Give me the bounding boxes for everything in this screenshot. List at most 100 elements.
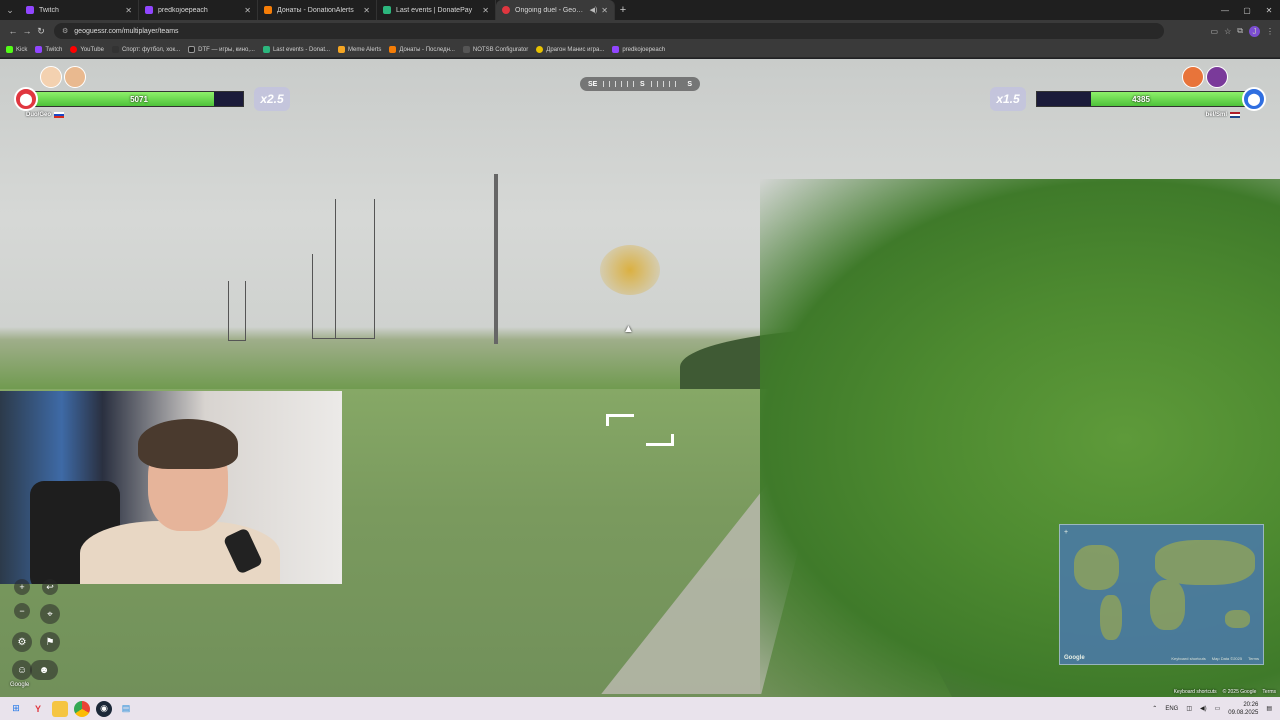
streamer-hair [138,419,238,469]
speaker-icon[interactable]: ◀) [590,6,598,14]
close-icon[interactable]: ✕ [125,6,132,15]
app-icon[interactable]: ▤ [118,701,134,717]
tab-donationalerts[interactable]: Донаты - DonationAlerts ✕ [258,0,377,20]
terms-link[interactable]: Terms [1248,656,1259,661]
bookmark-youtube[interactable]: YouTube [70,46,104,53]
compass-ticks [603,81,634,87]
folder-icon [612,46,620,53]
google-logo: Google [1064,655,1085,661]
flag-ping-button[interactable]: ⚑ [40,632,60,652]
bookmark-label: Kick [16,46,28,53]
bookmark-label: predkojoepeach [622,46,666,53]
maximize-icon[interactable]: ▢ [1236,6,1258,15]
yandex-browser-icon[interactable]: Y [30,701,46,717]
bookmark-meme-alerts[interactable]: Meme Alerts [338,46,381,53]
url-input[interactable]: ⚙ geoguessr.com/multiplayer/teams [54,23,1164,39]
guess-minimap[interactable]: + Google Keyboard shortcuts Map Data ©20… [1059,524,1264,665]
power-tower [228,281,246,341]
reload-icon[interactable]: ↻ [34,26,48,37]
team-name-label: bel/Sml [1205,112,1227,118]
right-team-name: bel/Sml [1206,112,1240,118]
team-chat-button[interactable]: ☺ [12,660,32,680]
undo-move-button[interactable]: ↩ [42,579,58,595]
network-icon[interactable]: ◫ [1186,705,1192,712]
avatar [64,66,86,88]
forward-arrow-icon[interactable]: → [20,26,34,36]
bookmark-sport[interactable]: Спорт: футбол, хок... [111,46,180,53]
panorama-legal: Keyboard shortcuts © 2025 Google Terms [1174,689,1276,695]
bookmark-donations[interactable]: Донаты - Последн... [389,46,455,53]
map-data-text: Map Data ©2025 [1211,656,1243,661]
bookmark-star-icon[interactable]: ☆ [1224,27,1231,36]
bookmark-predkojoepeach[interactable]: predkojoepeach [612,46,665,53]
minimap-expand-icon[interactable]: + [1064,529,1068,536]
keyboard-shortcuts-link[interactable]: Keyboard shortcuts [1174,689,1217,695]
close-icon[interactable]: ✕ [482,6,489,15]
compass-left-label: SE [588,80,598,88]
tab-geoguessr[interactable]: Ongoing duel - GeoGuessr ◀) ✕ [496,0,615,20]
left-team-avatars [40,66,86,88]
bookmark-dtf[interactable]: DTF — игры, кино,... [188,46,255,53]
close-window-icon[interactable]: ✕ [1258,6,1280,15]
chevron-up-icon[interactable]: ⌃ [1152,705,1157,712]
tab-search-icon[interactable]: ⌄ [0,0,20,20]
right-team-avatars [1182,66,1228,88]
minimize-icon[interactable]: — [1214,6,1236,15]
emote-button[interactable]: ☻ [30,660,58,680]
youtube-icon [70,46,78,53]
zoom-in-button[interactable]: + [14,579,30,595]
continent-eurasia [1155,540,1255,585]
move-marker[interactable] [606,414,634,426]
bookmark-label: Донаты - Последн... [399,46,455,53]
bookmark-label: Last events - Donat... [272,46,330,53]
profile-avatar[interactable]: J [1249,25,1260,37]
battery-icon[interactable]: ▭ [1215,705,1221,712]
bookmark-label: Twitch [45,46,63,53]
zoom-out-button[interactable]: − [14,603,30,619]
chrome-icon[interactable] [74,700,90,717]
bookmark-twitch[interactable]: Twitch [35,46,62,53]
settings-gear-icon[interactable]: ⚙ [12,632,32,652]
system-tray: ⌃ ENG ◫ ◀) ▭ 20:26 09.08.2025 ▤ [1152,701,1280,717]
steam-icon[interactable]: ◉ [96,700,112,717]
bookmark-configurator[interactable]: NOTSB Configurator [462,46,528,53]
volume-icon[interactable]: ◀) [1200,705,1207,712]
health-bar: 4385 [1036,91,1246,107]
compass-center-label: S [640,80,645,88]
extensions-icon[interactable]: ⧉ [1237,26,1243,36]
close-icon[interactable]: ✕ [601,6,608,15]
donatepay-favicon-icon [383,6,391,14]
clock[interactable]: 20:26 09.08.2025 [1228,701,1258,717]
site-info-icon[interactable]: ⚙ [62,27,68,35]
windows-start-icon[interactable]: ⊞ [8,701,24,717]
menu-kebab-icon[interactable]: ⋮ [1266,27,1274,36]
tab-twitch[interactable]: Twitch ✕ [20,0,139,20]
terms-link[interactable]: Terms [1262,689,1276,695]
compass-ticks [650,81,682,87]
continent-africa [1150,580,1185,630]
bookmark-dragon[interactable]: Драгон Манис игра... [536,46,604,53]
return-to-start-button[interactable]: ⌖ [40,604,60,624]
tab-label: Донаты - DonationAlerts [277,6,354,14]
move-marker[interactable] [646,434,674,446]
left-team-health: ⬤ 5071 x2.5 [14,86,304,112]
language-indicator[interactable]: ENG [1165,706,1178,712]
back-arrow-icon[interactable]: ← [6,26,20,36]
tab-donatepay[interactable]: Last events | DonatePay ✕ [377,0,496,20]
utility-pole [494,174,498,344]
tab-label: Ongoing duel - GeoGuessr [515,6,586,14]
avatar [1206,66,1228,88]
new-tab-button[interactable]: + [615,4,631,16]
left-team-name: Duo/Geo [26,112,64,118]
close-icon[interactable]: ✕ [244,6,251,15]
tab-predkojoepeach[interactable]: predkojoepeach ✕ [139,0,258,20]
cast-icon[interactable]: ▭ [1211,27,1219,36]
bookmark-kick[interactable]: Kick [6,46,27,53]
bookmark-donatepay[interactable]: Last events - Donat... [262,46,330,53]
keyboard-shortcuts-link[interactable]: Keyboard shortcuts [1171,656,1205,661]
close-icon[interactable]: ✕ [363,6,370,15]
right-team-health: ⬤ 4385 x1.5 [976,86,1266,112]
file-explorer-icon[interactable] [52,700,68,717]
notifications-icon[interactable]: ▤ [1266,705,1272,712]
windows-taskbar: ⊞ Y ◉ ▤ ⌃ ENG ◫ ◀) ▭ 20:26 09.08.2025 ▤ [0,697,1280,720]
